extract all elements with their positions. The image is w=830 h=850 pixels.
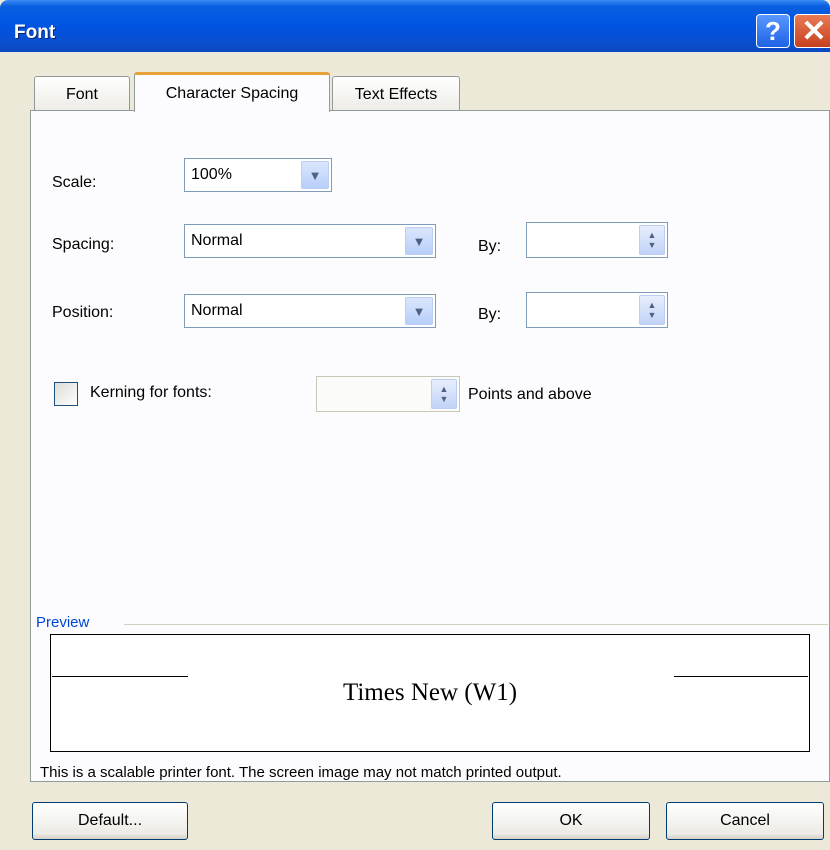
help-icon: ? [765,15,781,46]
preview-baseline-left [52,676,188,677]
tab-text-effects-label: Text Effects [354,85,438,103]
title-bar[interactable]: Font ? ✕ [0,0,830,52]
spacing-dropdown[interactable]: Normal ▼ [184,224,436,258]
preview-baseline-right [674,676,808,677]
close-button[interactable]: ✕ [794,14,830,48]
default-button[interactable]: Default... [32,802,188,840]
kerning-suffix: Points and above [468,386,592,403]
preview-divider [124,624,828,625]
kerning-checkbox[interactable] [54,382,78,406]
cancel-button[interactable]: Cancel [666,802,824,840]
ok-button[interactable]: OK [492,802,650,840]
chevron-down-icon[interactable]: ▼ [405,297,433,325]
tab-character-spacing-label: Character Spacing [165,84,299,102]
position-dropdown[interactable]: Normal ▼ [184,294,436,328]
preview-sample-text: Times New (W1) [342,679,518,706]
scale-value: 100% [191,166,232,183]
window-title: Font [14,22,56,43]
position-value: Normal [191,302,243,319]
tab-font[interactable]: Font [34,76,130,112]
spin-arrows-icon[interactable]: ▲ ▼ [639,225,665,255]
spacing-value: Normal [191,232,243,249]
spacing-by-label: By: [478,238,502,255]
default-button-label: Default... [77,812,143,829]
spacing-by-input[interactable]: ▲ ▼ [526,222,668,258]
position-by-label: By: [478,306,502,323]
scale-label: Scale: [52,174,97,191]
help-button[interactable]: ? [756,14,790,48]
tab-text-effects[interactable]: Text Effects [332,76,460,112]
position-label: Position: [52,304,114,321]
ok-button-label: OK [559,812,583,829]
kerning-points-input[interactable]: ▲ ▼ [316,376,460,412]
chevron-down-icon[interactable]: ▼ [405,227,433,255]
close-icon: ✕ [801,14,827,48]
preview-note: This is a scalable printer font. The scr… [40,764,562,781]
preview-box: Times New (W1) [50,634,810,752]
tab-font-label: Font [65,85,98,103]
cancel-button-label: Cancel [720,812,770,829]
spin-arrows-icon[interactable]: ▲ ▼ [431,379,457,409]
position-by-input[interactable]: ▲ ▼ [526,292,668,328]
kerning-label: Kerning for fonts: [90,384,212,401]
spin-arrows-icon[interactable]: ▲ ▼ [639,295,665,325]
scale-dropdown[interactable]: 100% ▼ [184,158,332,192]
font-dialog: Font ? ✕ Font Character Spacing Text Eff… [0,0,830,850]
tab-character-spacing[interactable]: Character Spacing [134,72,330,112]
spacing-label: Spacing: [52,236,115,253]
preview-legend: Preview [36,614,90,631]
chevron-down-icon[interactable]: ▼ [301,161,329,189]
